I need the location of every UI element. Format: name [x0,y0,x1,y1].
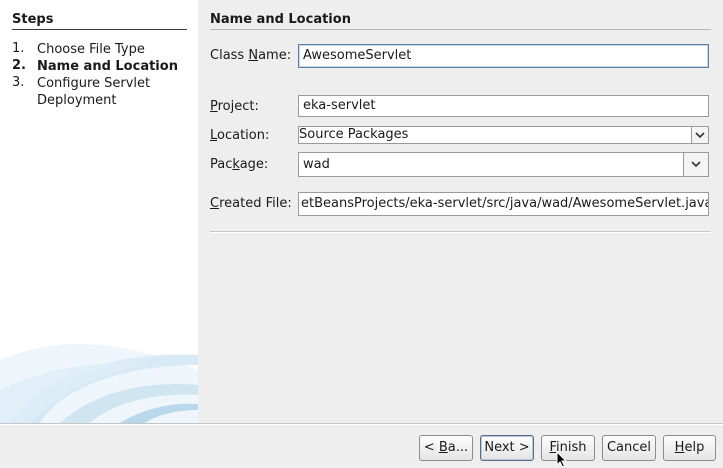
class-name-label: Class Name: [210,48,292,63]
created-file-label: Created File: [210,196,292,211]
package-label: Package: [210,157,269,172]
cancel-button[interactable]: Cancel [602,435,656,461]
created-file-field: etBeansProjects/eka-servlet/src/java/wad… [298,192,709,216]
back-button[interactable]: < Ba... [419,435,473,461]
wizard-swoosh-graphic [0,343,198,423]
step-number: 3. [12,75,25,90]
panel-title-divider [210,29,711,30]
step-number: 1. [12,41,25,56]
steps-panel: Steps 1. Choose File Type 2. Name and Loca… [0,0,198,423]
panel-title: Name and Location [210,12,351,27]
step-label: Name and Location [37,59,178,74]
finish-button[interactable]: Finish [541,435,595,461]
chevron-down-icon[interactable] [683,153,708,176]
mouse-cursor-icon [556,451,568,468]
location-label: Location: [210,128,270,143]
package-combobox[interactable]: wad [298,152,709,177]
location-selected-value: Source Packages [299,127,409,142]
step-label: Configure Servlet Deployment [37,76,151,108]
location-select[interactable]: Source Packages [298,126,709,144]
project-field: eka-servlet [298,95,709,117]
help-button[interactable]: Help [663,435,716,461]
steps-title: Steps [12,12,54,27]
step-3: 3. Configure Servlet Deployment [12,75,162,109]
step-number: 2. [12,58,26,73]
chevron-down-icon[interactable] [691,127,708,143]
step-1: 1. Choose File Type [12,41,187,58]
project-label: Project: [210,99,259,114]
step-2: 2. Name and Location [12,58,187,75]
package-input[interactable]: wad [303,157,330,172]
button-bar-divider-highlight [0,424,723,425]
step-label: Choose File Type [37,42,145,57]
form-divider-highlight [210,232,711,233]
class-name-input[interactable]: AwesomeServlet [298,44,709,68]
steps-divider [12,29,187,30]
next-button[interactable]: Next > [480,435,534,461]
